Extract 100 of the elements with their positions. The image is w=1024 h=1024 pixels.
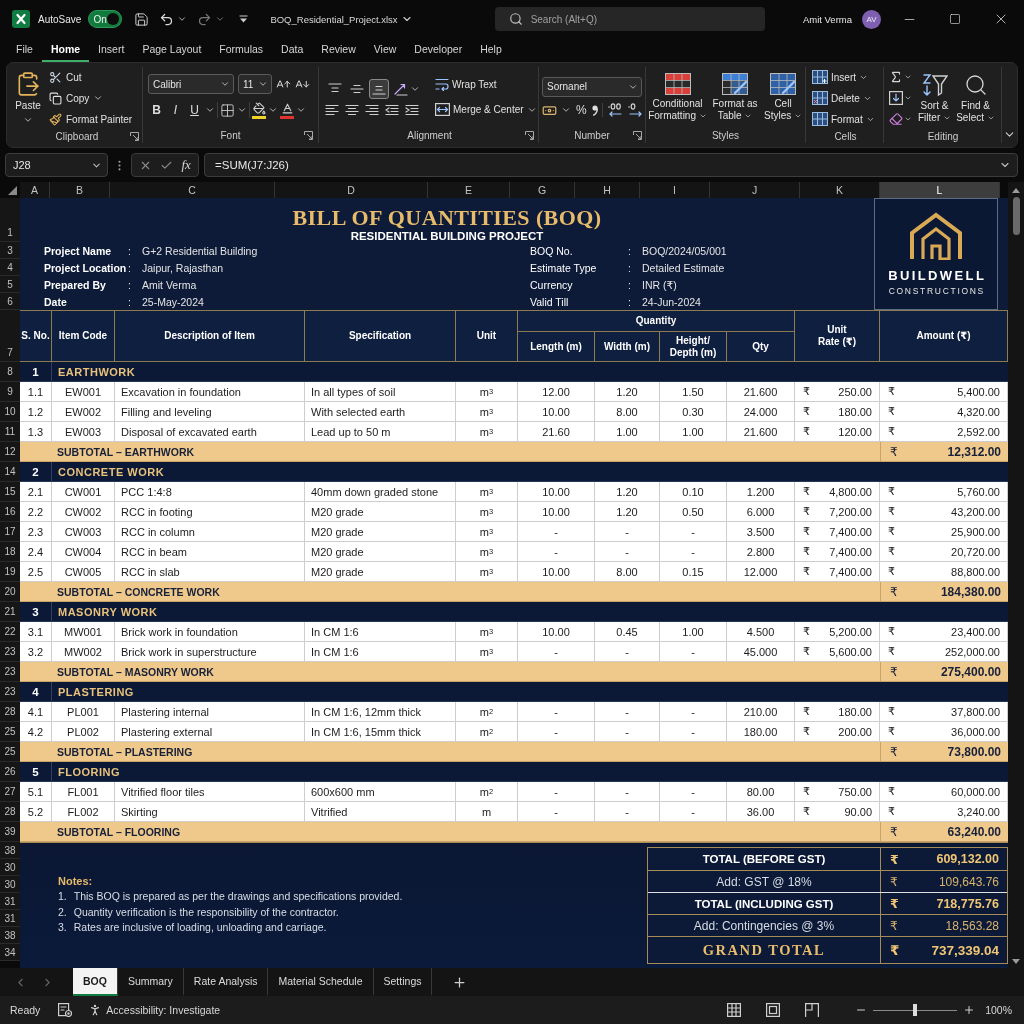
italic-button[interactable]: I [167,100,184,120]
caret-icon[interactable] [177,14,188,24]
undo-icon[interactable] [159,11,175,27]
currency-symbol: ₹ [888,425,895,438]
zoom-level[interactable]: 100% [985,1004,1012,1016]
select-all-icon[interactable] [8,186,17,195]
height-cell: 1.50 [660,382,727,402]
bold-button[interactable]: B [148,100,165,120]
sheet-tab[interactable]: BOQ [73,968,118,996]
copy-button[interactable]: Copy [47,88,106,108]
cell-styles-button[interactable]: Cell Styles [762,71,804,123]
menu-tab[interactable]: View [364,38,406,62]
currency-symbol: ₹ [803,405,810,418]
height-cell: - [660,522,727,542]
scrollbar-thumb[interactable] [1012,197,1020,235]
customize-toolbar-icon[interactable] [239,15,249,23]
caret-icon[interactable] [561,105,571,115]
zoom-slider-thumb[interactable] [913,1004,918,1016]
column-header[interactable]: G [510,182,575,198]
column-header[interactable]: E [428,182,510,198]
insert-function-button[interactable]: fx [181,157,191,173]
conditional-formatting-button[interactable]: Conditional Formatting [647,71,708,123]
column-header[interactable]: K [800,182,880,198]
caret-icon[interactable] [268,105,278,115]
normal-view-icon[interactable] [727,1003,742,1017]
format-as-table-button[interactable]: Format as Table [709,71,761,123]
fill-color-icon[interactable] [252,101,266,119]
font-color-icon[interactable] [280,101,294,119]
add-sheet-icon[interactable] [452,974,468,990]
caret-icon[interactable] [237,105,247,115]
cut-button[interactable]: Cut [47,67,84,87]
decrease-decimal-icon[interactable] [626,103,643,117]
insert-cells-button[interactable]: Insert [810,67,870,87]
dialog-launcher-icon[interactable] [525,130,534,140]
spreadsheet-app-icon[interactable] [12,10,30,28]
menu-tab[interactable]: Developer [405,38,472,62]
paste-button[interactable]: Paste [15,70,41,126]
comma-style-icon[interactable] [591,104,598,116]
align-top-icon [328,82,342,95]
font-size-dropdown[interactable]: 11 [238,74,272,94]
column-header[interactable]: J [710,182,800,198]
percent-style-button[interactable]: % [575,103,588,117]
menu-tab[interactable]: Page Layout [133,38,211,62]
increase-decimal-icon[interactable] [606,103,623,117]
amount-value: 4,320.00 [957,405,1000,418]
column-header[interactable]: C [110,182,275,198]
column-header[interactable]: A [20,182,50,198]
menu-tab[interactable]: Formulas [210,38,273,62]
formula-field[interactable]: =SUM(J7:J26) [204,153,1018,177]
name-box[interactable]: J28 [5,153,108,177]
borders-icon[interactable] [220,102,235,118]
dialog-launcher-icon[interactable] [130,131,139,141]
currency-symbol: ₹ [803,705,810,718]
wrap-text-button[interactable]: Wrap Text [433,74,499,95]
caret-icon[interactable] [205,105,215,115]
column-header[interactable]: I [640,182,710,198]
company-tagline: CONSTRUCTIONS [887,286,985,296]
save-icon[interactable] [134,11,150,27]
caret-icon[interactable] [296,105,306,115]
find-select-button[interactable]: Find & Select [955,71,996,125]
menu-tab[interactable]: File [7,38,42,62]
number-format-dropdown[interactable]: Sornanel [542,76,642,97]
column-header[interactable]: L [880,182,1000,198]
format-cells-button[interactable]: Format [810,109,877,129]
dialog-launcher-icon[interactable] [304,130,313,140]
column-header[interactable]: H [575,182,640,198]
scroll-down-icon[interactable] [1012,959,1020,964]
column-header[interactable]: B [50,182,110,198]
vertical-scrollbar[interactable] [1008,182,1024,968]
sort-filter-button[interactable]: Sort & Filter [916,71,953,125]
currency-symbol: ₹ [803,545,810,558]
macro-recording-icon[interactable] [58,1003,73,1017]
merge-center-button[interactable]: Merge & Center [433,99,539,120]
column-header[interactable]: D [275,182,428,198]
menu-tab[interactable]: Review [312,38,365,62]
maximize-icon[interactable] [949,13,961,25]
file-name[interactable]: BOQ_Residential_Project.xlsx [270,13,398,25]
font-name-dropdown[interactable]: Calibri [148,74,234,94]
redo-icon[interactable] [197,11,213,27]
accessibility-button[interactable]: Accessibility: Investigate [88,1003,221,1017]
dialog-launcher-icon[interactable] [633,130,642,140]
underline-button[interactable]: U [186,100,203,120]
autosave-toggle[interactable]: On [88,10,123,28]
menu-tab[interactable]: Insert [89,38,134,62]
length-cell: 21.60 [518,422,595,442]
menu-tab[interactable]: Data [272,38,313,62]
align-bottom-button[interactable] [369,78,389,99]
caret-icon [904,115,912,123]
rate-value: 5,600.00 [829,645,872,658]
menu-tab[interactable]: Help [471,38,511,62]
page-layout-view-icon[interactable] [766,1003,781,1017]
search-field[interactable]: Search (Alt+Q) [494,7,765,31]
zoom-in-icon[interactable] [963,1004,976,1016]
page-break-preview-icon[interactable] [805,1003,820,1017]
format-painter-button[interactable]: Format Painter [47,109,135,129]
user-avatar[interactable]: AV [862,9,881,29]
row-number: 23 [0,682,20,702]
delete-cells-button[interactable]: Delete [810,88,874,108]
currency-symbol: ₹ [888,645,895,658]
scroll-up-icon[interactable] [1012,188,1020,193]
